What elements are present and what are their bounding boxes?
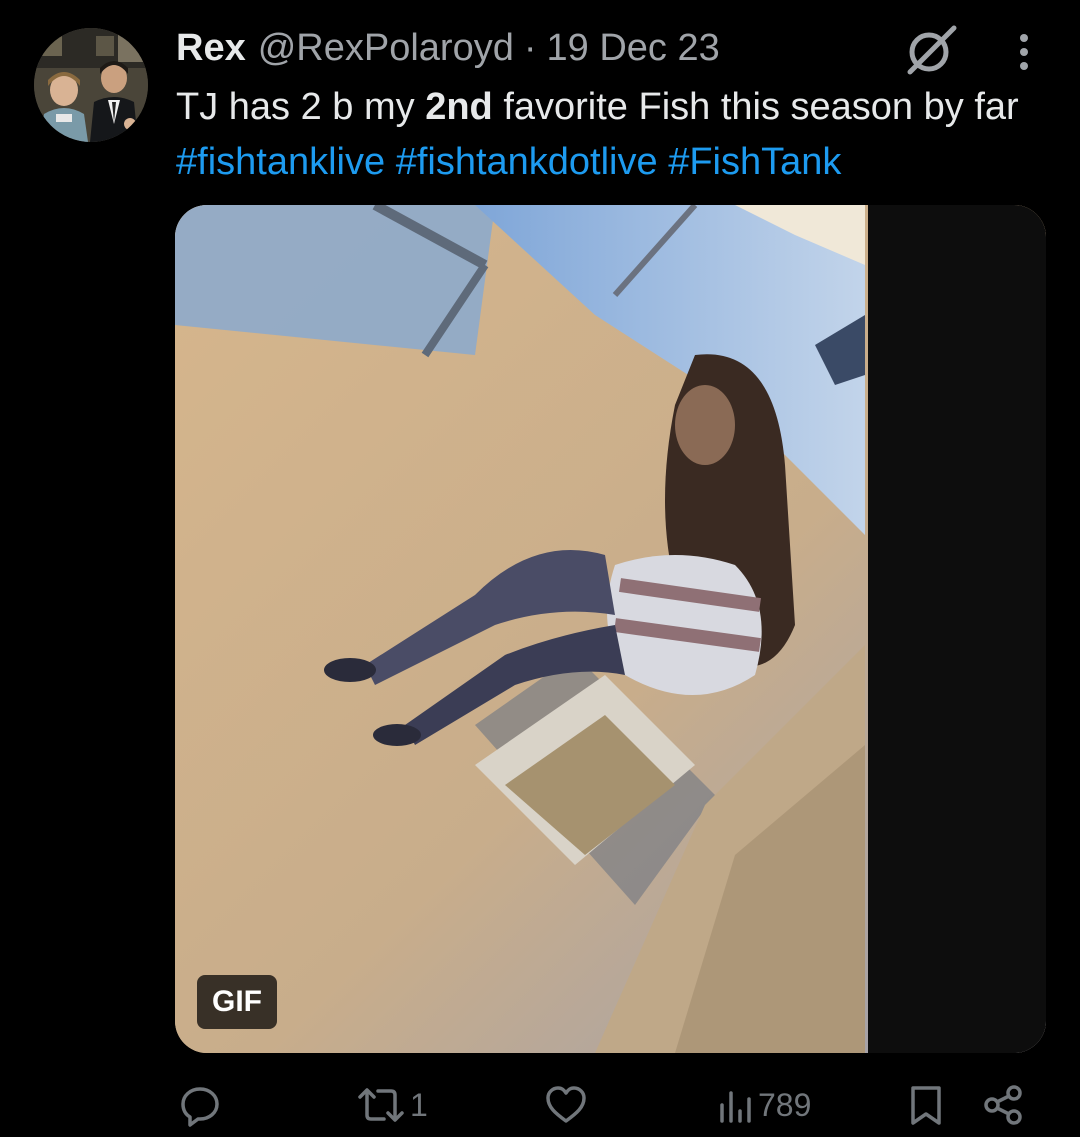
tweet-date[interactable]: 19 Dec 23 [547, 27, 720, 70]
retweet-icon [356, 1083, 406, 1127]
share-button[interactable] [982, 1078, 1026, 1132]
avatar[interactable] [34, 28, 148, 142]
hashtag-link[interactable]: #fishtankdotlive [396, 141, 658, 183]
separator-dot: · [523, 26, 537, 69]
bookmark-button[interactable] [906, 1078, 946, 1132]
display-name[interactable]: Rex [176, 27, 246, 70]
heart-icon [543, 1083, 589, 1127]
reply-icon [178, 1083, 222, 1127]
views-chart-icon [718, 1083, 754, 1127]
retweet-count: 1 [410, 1086, 428, 1123]
tweet-text-part1: TJ has 2 b my [176, 86, 426, 128]
tweet-media-gif[interactable]: GIF [175, 205, 1046, 1053]
hashtag-link[interactable]: #FishTank [668, 141, 841, 183]
share-icon [982, 1083, 1026, 1127]
views-count: 789 [758, 1086, 812, 1123]
reply-button[interactable] [178, 1078, 222, 1132]
tweet-text: TJ has 2 b my 2nd favorite Fish this sea… [176, 80, 1056, 190]
retweet-button[interactable]: 1 [356, 1078, 428, 1132]
bookmark-icon [906, 1083, 946, 1127]
tweet-text-bold: 2nd [425, 86, 493, 128]
gif-badge: GIF [197, 975, 277, 1029]
views-button[interactable]: 789 [718, 1078, 811, 1132]
user-handle[interactable]: @RexPolaroyd [258, 27, 514, 70]
like-button[interactable] [543, 1078, 589, 1132]
tweet-text-part2: favorite Fish this season by far [492, 86, 1019, 128]
tweet-header: Rex @RexPolaroyd · 19 Dec 23 [176, 24, 720, 72]
more-options-icon[interactable] [1006, 30, 1042, 74]
grok-icon[interactable] [902, 22, 958, 78]
hashtag-link[interactable]: #fishtanklive [176, 141, 385, 183]
